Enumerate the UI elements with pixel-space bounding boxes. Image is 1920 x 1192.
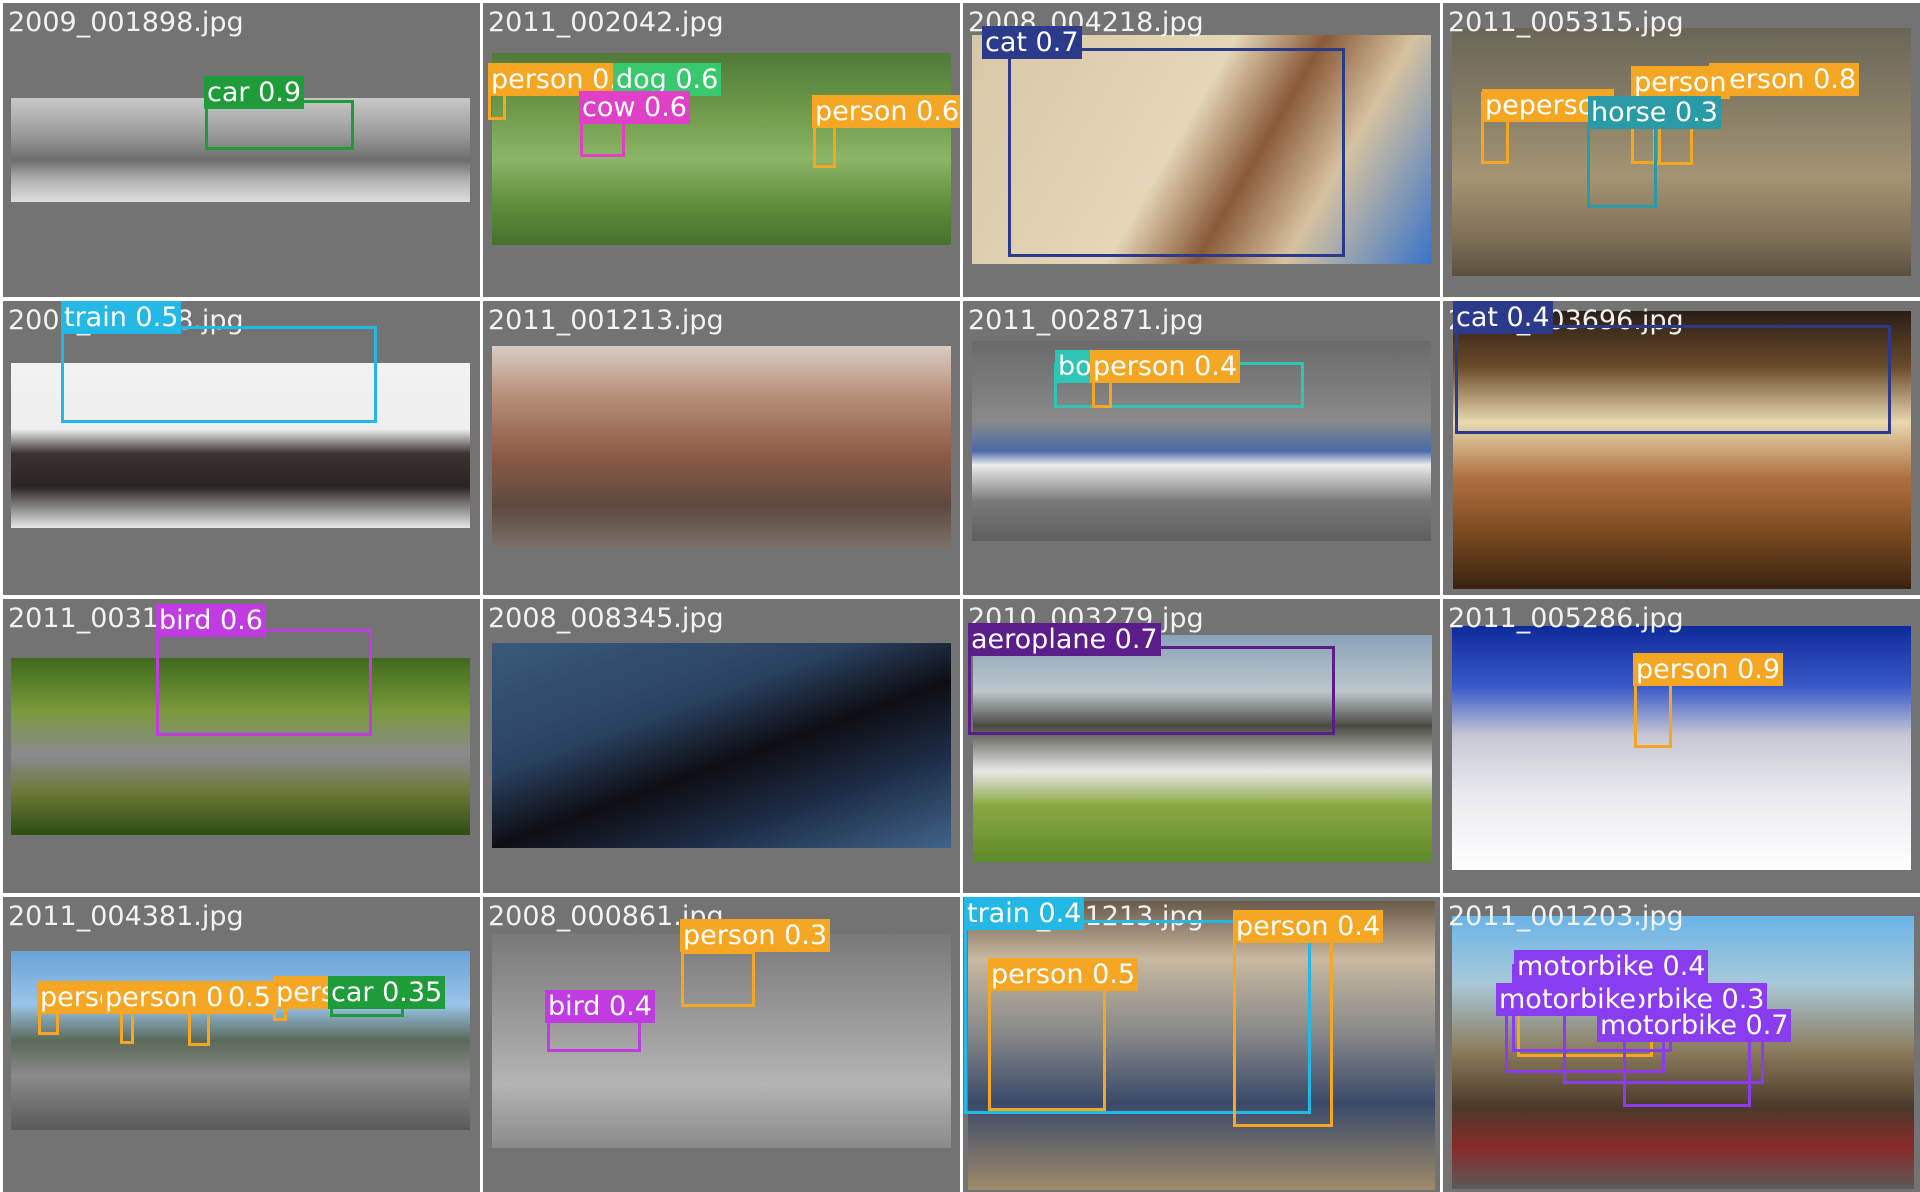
detection-label: person 0.4 (1090, 350, 1241, 383)
image-filename: 2011_004381.jpg (8, 901, 244, 932)
detection-box (1233, 934, 1333, 1127)
detection-label: person 0.4 (1233, 910, 1384, 943)
detection-box (156, 629, 372, 736)
detection-label: motorbike 0.7 (1597, 1009, 1792, 1042)
detection-label: bird 0.6 (156, 604, 266, 637)
detection-label: train 0.5 (61, 301, 182, 334)
detection-label: car 0.9 (204, 76, 305, 109)
detection-label: bird 0.4 (545, 990, 655, 1023)
image-filename: 2011_002042.jpg (488, 7, 724, 38)
detection-label: train 0.4 (964, 897, 1085, 930)
image-tile[interactable]: 2011_005315.jpg person 0.8 person peperson h… (1443, 3, 1920, 297)
detection-label: person 0.6 (812, 95, 960, 128)
detection-box (1455, 325, 1891, 434)
detection-label: cat 0.4 (1453, 301, 1553, 334)
image-tile[interactable]: 2011_001213.jpg (483, 301, 960, 595)
detection-label: motorbike 0.4 (1514, 950, 1709, 983)
detection-label: horse 0.3 (1588, 96, 1721, 129)
detection-box (681, 951, 755, 1007)
detection-label: 0.5 (225, 981, 274, 1014)
image-tile[interactable]: 2008_004218.jpg cat 0.7 (963, 3, 1440, 297)
image-tile[interactable]: 2011_005286.jpgperson 0.9 (1443, 599, 1920, 893)
image-tile[interactable]: 2011_001203.jpgperson 0.4motorbike 0.4mo… (1443, 897, 1920, 1192)
image-tile[interactable]: 2008_000861.jpg person 0.3 bird 0.4 (483, 897, 960, 1192)
detection-box (1008, 48, 1345, 257)
image-filename: 2011_005286.jpg (1448, 603, 1684, 634)
image-tile[interactable]: 2010_003279.jpg aeroplane 0.7 (963, 599, 1440, 893)
image-tile[interactable]: 2008_008345.jpg (483, 599, 960, 893)
image-tile[interactable]: 2011_004381.jpg perso person 0.4 0.5 pers car… (3, 897, 480, 1192)
detection-box (61, 326, 377, 423)
detection-box (968, 646, 1335, 735)
detection-grid: 2009_001898.jpg car 0.9 2011_002042.jpg per… (0, 0, 1920, 1192)
image-tile[interactable]: 2011_003163.jpg bird 0.6 (3, 599, 480, 893)
image-filename: 2011_005315.jpg (1448, 7, 1684, 38)
image-filename: 2008_008345.jpg (488, 603, 724, 634)
detection-label: person 0.5 (988, 958, 1139, 991)
detection-label: cow 0.6 (579, 91, 690, 124)
image-tile[interactable]: 2011_002042.jpg person 0.3 dog 0.6 cow 0.6 p… (483, 3, 960, 297)
image-tile[interactable]: 2011_001213.jpg train 0.4 person 0.5 person… (963, 897, 1440, 1192)
detection-box (813, 124, 836, 168)
detection-label: person (1631, 66, 1730, 99)
image-filename: 2009_001898.jpg (8, 7, 244, 38)
detection-label: person 0.3 (680, 919, 831, 952)
image-filename: 2011_001213.jpg (488, 305, 724, 336)
detection-label: person 0.8 (1709, 63, 1860, 96)
detection-label: aeroplane 0.7 (968, 623, 1161, 656)
image-tile[interactable]: 2007_003848.jpgtrain 0.5 (3, 301, 480, 595)
detection-label: person 0.9 (1633, 653, 1784, 686)
image-tile[interactable]: 2009_001898.jpgcar 0.9 (3, 3, 480, 297)
image-photo (492, 346, 951, 547)
image-filename: 2011_001203.jpg (1448, 901, 1684, 932)
image-tile[interactable]: 2011_003696.jpg cat 0.4 (1443, 301, 1920, 595)
image-filename: 2011_002871.jpg (968, 305, 1204, 336)
detection-label: car 0.35 (328, 976, 446, 1009)
image-photo (492, 643, 951, 848)
image-tile[interactable]: 2011_002871.jpg boat person 0.4 (963, 301, 1440, 595)
detection-label: cat 0.7 (982, 26, 1082, 59)
